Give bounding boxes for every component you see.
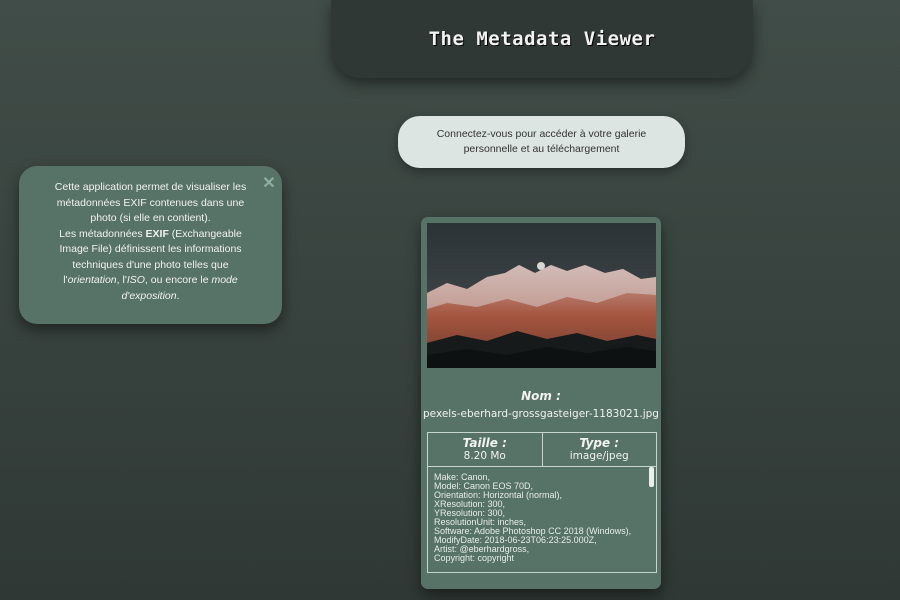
info-paragraph-2: Les métadonnées EXIF (Exchangeable Image… bbox=[59, 227, 242, 302]
login-prompt-line-2: personnelle et au téléchargement bbox=[463, 143, 620, 155]
login-prompt[interactable]: Connectez-vous pour accéder à votre gale… bbox=[398, 116, 685, 168]
iso-term: ISO bbox=[126, 274, 145, 286]
info-table: Taille : 8.20 Mo Type : image/jpeg bbox=[427, 432, 657, 467]
size-label: Taille : bbox=[462, 436, 507, 450]
file-name: pexels-eberhard-grossgasteiger-1183021.j… bbox=[423, 408, 659, 420]
photo-card: Nom : pexels-eberhard-grossgasteiger-118… bbox=[421, 217, 661, 589]
login-prompt-line-1: Connectez-vous pour accéder à votre gale… bbox=[436, 128, 647, 140]
exif-list: Make: Canon, Model: Canon EOS 70D, Orien… bbox=[434, 473, 634, 563]
exif-scrollbar[interactable] bbox=[649, 467, 654, 487]
name-label: Nom : bbox=[521, 389, 561, 403]
exif-metadata-box[interactable]: Make: Canon, Model: Canon EOS 70D, Orien… bbox=[427, 465, 657, 573]
close-icon[interactable]: ✕ bbox=[261, 176, 277, 192]
photo-thumbnail[interactable] bbox=[427, 223, 656, 368]
orientation-term: orientation bbox=[67, 274, 117, 286]
info-panel: ✕ Cette application permet de visualiser… bbox=[19, 166, 282, 324]
type-value: image/jpeg bbox=[569, 450, 629, 462]
app-title: The Metadata Viewer bbox=[428, 28, 656, 50]
header-bar: The Metadata Viewer bbox=[331, 0, 753, 78]
size-value: 8.20 Mo bbox=[463, 450, 506, 462]
info-paragraph-1: Cette application permet de visualiser l… bbox=[54, 181, 247, 224]
size-cell: Taille : 8.20 Mo bbox=[428, 433, 542, 466]
type-cell: Type : image/jpeg bbox=[541, 433, 657, 466]
exif-line: Copyright: copyright bbox=[434, 553, 515, 563]
mountain-photo bbox=[427, 223, 656, 368]
type-label: Type : bbox=[579, 436, 620, 450]
exif-keyword: EXIF bbox=[145, 227, 169, 240]
